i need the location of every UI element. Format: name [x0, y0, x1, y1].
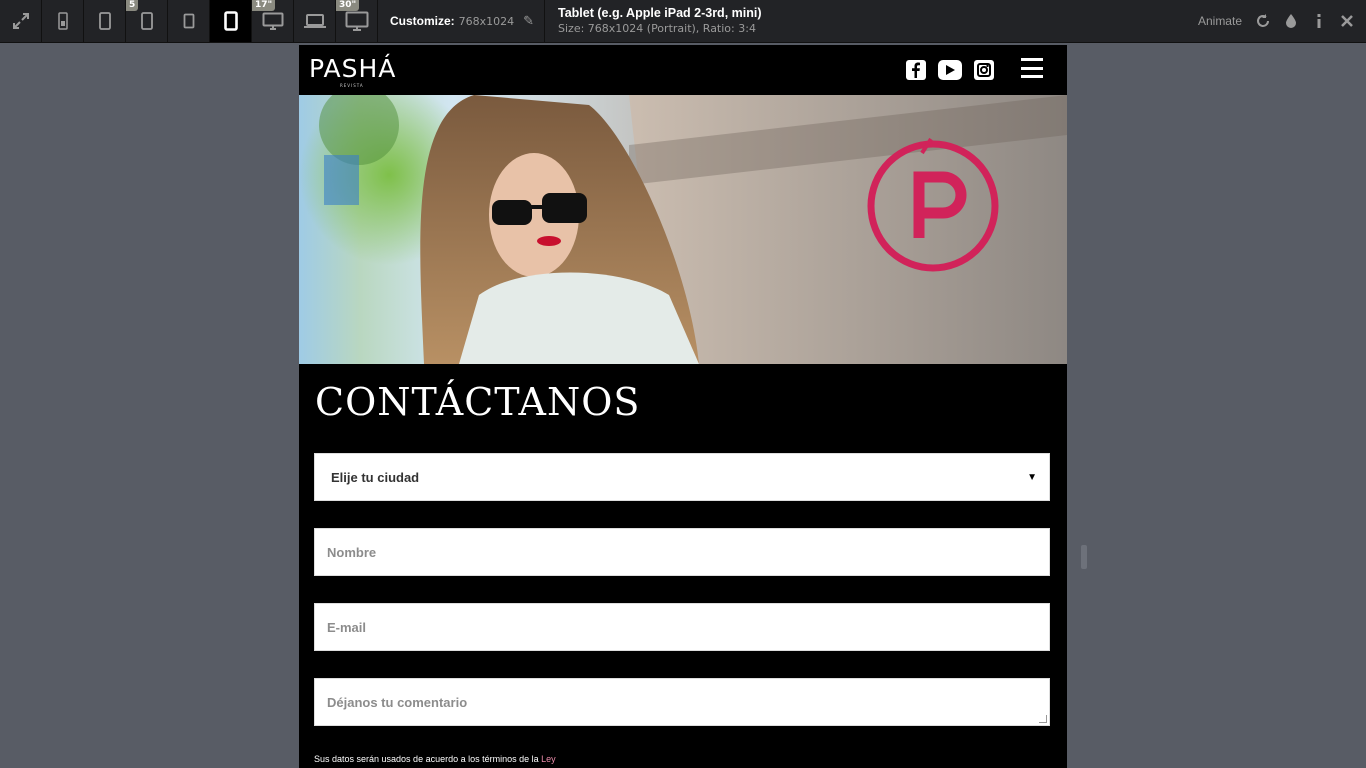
email-placeholder: E-mail: [327, 619, 367, 635]
contact-title: CONTÁCTANOS: [315, 380, 641, 424]
device-small-phone-button[interactable]: [42, 0, 84, 42]
laptop-icon: [303, 14, 326, 28]
tablet-small-icon: [183, 13, 194, 29]
close-icon[interactable]: [1340, 14, 1354, 28]
hero-banner: [299, 95, 1067, 364]
legal-text: Sus datos serán usados de acuerdo a los …: [314, 754, 539, 764]
name-field[interactable]: Nombre: [314, 528, 1050, 576]
badge-desktop-17: 17": [252, 0, 276, 11]
site-header: PASHÁ REVISTA: [299, 45, 1067, 95]
customize-label: Customize:: [390, 14, 455, 28]
legal-link[interactable]: Ley: [541, 754, 556, 764]
city-select[interactable]: Elije tu ciudad ▼: [314, 453, 1050, 501]
name-placeholder: Nombre: [327, 544, 377, 560]
customize-size[interactable]: Customize: 768x1024 ✎: [378, 0, 545, 42]
badge-desktop-30: 30": [336, 0, 360, 11]
responsive-toolbar: 5 17" 30" Customize: 768x1024 ✎ Tablet (…: [0, 0, 1366, 43]
device-viewport: PASHÁ REVISTA CONTÁCTANOS Elije tu ciuda…: [299, 45, 1067, 768]
device-desktop-17-button[interactable]: 17": [252, 0, 294, 42]
badge-phone-large: 5: [126, 0, 139, 11]
device-laptop-button[interactable]: [294, 0, 336, 42]
facebook-icon[interactable]: [906, 60, 926, 80]
social-links: [906, 60, 994, 80]
device-tablet-small-button[interactable]: [168, 0, 210, 42]
expand-icon: [12, 13, 29, 29]
resize-grip-icon[interactable]: [1039, 715, 1047, 723]
device-size: Size: 768x1024 (Portrait), Ratio: 3:4: [558, 22, 756, 35]
site-logo[interactable]: PASHÁ: [309, 55, 396, 83]
phone-small-icon: [57, 12, 68, 30]
device-phone-button[interactable]: [84, 0, 126, 42]
instagram-icon[interactable]: [974, 60, 994, 80]
city-select-value: Elije tu ciudad: [331, 469, 420, 485]
email-field[interactable]: E-mail: [314, 603, 1050, 651]
comment-textarea[interactable]: Déjanos tu comentario: [314, 678, 1050, 726]
device-phone-large-button[interactable]: 5: [126, 0, 168, 42]
resize-handle[interactable]: [1081, 545, 1087, 569]
animate-button[interactable]: Animate: [1198, 14, 1242, 28]
youtube-icon[interactable]: [938, 60, 962, 80]
info-icon[interactable]: [1312, 14, 1326, 28]
tablet-icon: [223, 11, 238, 31]
phone-icon: [98, 12, 111, 30]
comment-placeholder: Déjanos tu comentario: [327, 694, 468, 710]
legal-notice: Sus datos serán usados de acuerdo a los …: [314, 754, 556, 764]
site-logo-subtitle: REVISTA: [340, 83, 364, 88]
pencil-icon[interactable]: ✎: [523, 13, 534, 29]
menu-hamburger-icon[interactable]: [1021, 58, 1043, 78]
fullscreen-button[interactable]: [0, 0, 42, 42]
device-name: Tablet (e.g. Apple iPad 2-3rd, mini): [558, 6, 762, 20]
device-tablet-button[interactable]: [210, 0, 252, 42]
rotate-icon[interactable]: [1256, 14, 1270, 28]
device-desktop-30-button[interactable]: 30": [336, 0, 378, 42]
drop-icon[interactable]: [1284, 14, 1298, 28]
device-info: Tablet (e.g. Apple iPad 2-3rd, mini) Siz…: [545, 0, 775, 42]
toolbar-actions: Animate: [1198, 0, 1366, 42]
customize-value: 768x1024: [458, 14, 515, 28]
phone-large-icon: [140, 12, 153, 30]
dropdown-arrow-icon: ▼: [1027, 471, 1037, 483]
monitor-icon: [262, 12, 283, 30]
hero-photo: [299, 95, 1067, 364]
monitor-large-icon: [345, 11, 368, 31]
